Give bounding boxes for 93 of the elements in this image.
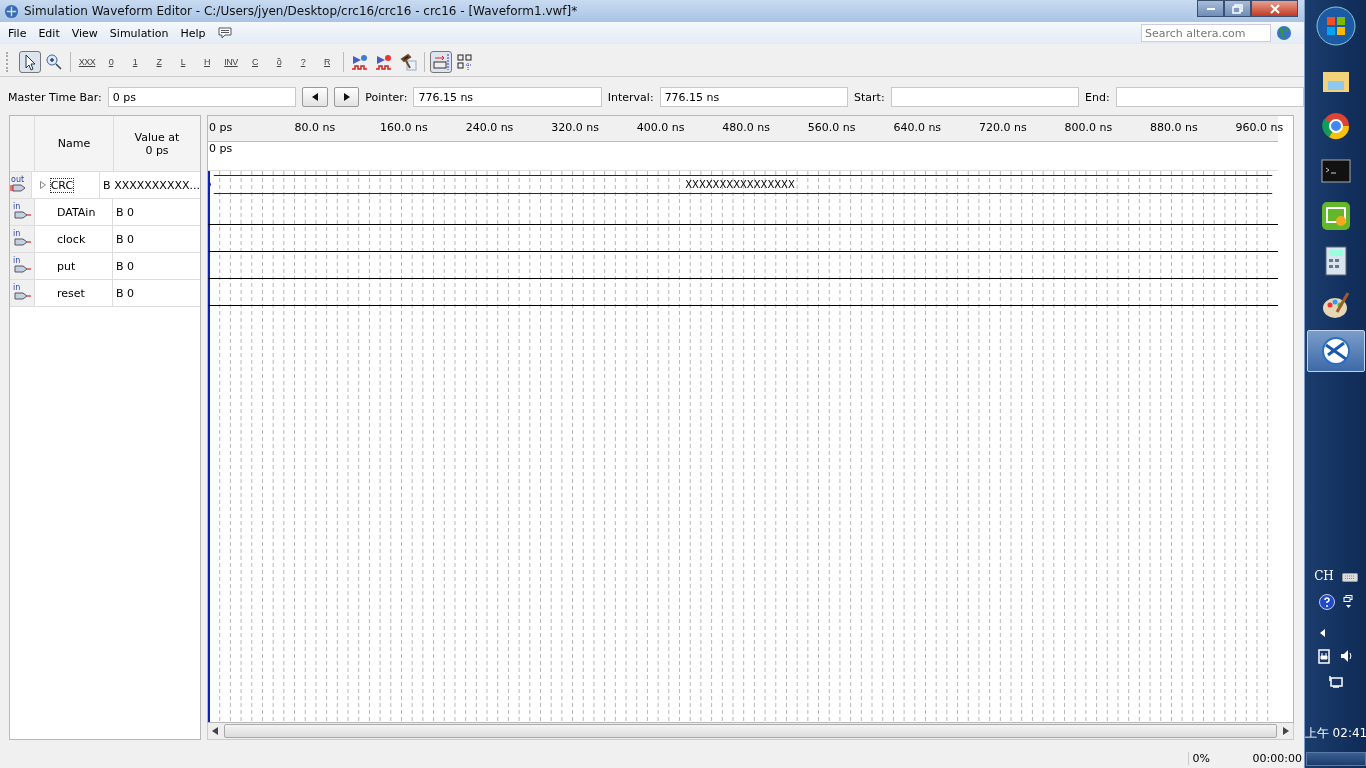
bus-value: XXXXXXXXXXXXXXXX — [685, 179, 795, 190]
menu-item[interactable]: Simulation — [103, 26, 175, 40]
time-tick-label: 240.0 ns — [465, 121, 514, 134]
time-tick-label: 320.0 ns — [551, 121, 599, 134]
waveform-tool-button[interactable]: Z — [148, 51, 170, 73]
signal-value: B 0 — [116, 259, 135, 273]
end-field[interactable] — [1115, 87, 1304, 107]
column-header[interactable]: Name — [35, 116, 114, 171]
signal-value: B 0 — [116, 232, 135, 246]
hammer-icon — [399, 53, 417, 71]
scroll-right-icon[interactable] — [1283, 727, 1289, 735]
pointer-tool-button[interactable] — [19, 51, 41, 73]
search-field[interactable]: Search altera.com — [1141, 24, 1271, 42]
speaker-icon[interactable] — [1340, 649, 1354, 663]
time-tick-label: 640.0 ns — [893, 121, 942, 134]
field-label: Pointer: — [365, 90, 408, 104]
signal-value: B 0 — [116, 205, 135, 219]
time-tick-label: 0 ps — [209, 121, 233, 134]
chip-tool-icon[interactable] — [1307, 330, 1365, 372]
progress-percent: 0% — [1187, 751, 1253, 765]
signal-name[interactable]: put — [57, 259, 76, 273]
speech-bubble-icon[interactable] — [217, 27, 232, 39]
right-triangle-icon — [343, 93, 350, 101]
previous-transition-button[interactable] — [302, 87, 328, 107]
restore-button[interactable] — [1224, 0, 1251, 17]
time-tick-label: 160.0 ns — [380, 121, 428, 134]
signal-name[interactable]: reset — [57, 286, 85, 300]
waveform-tool-button[interactable]: ? — [292, 51, 314, 73]
time-tick-label: 880.0 ns — [1150, 121, 1198, 134]
waveform-tool-button[interactable]: INV — [220, 51, 242, 73]
field-label: Interval: — [607, 90, 654, 104]
minimize-button[interactable] — [1197, 0, 1224, 17]
waveform-tool-button[interactable]: XXX — [76, 51, 98, 73]
field-label: Master Time Bar: — [8, 90, 102, 104]
menu-item[interactable]: View — [65, 26, 104, 40]
app-icon — [4, 3, 19, 19]
clock[interactable]: 上午 02:41 — [1304, 725, 1366, 742]
waveform-tool-button[interactable]: 0 — [100, 51, 122, 73]
next-transition-button[interactable] — [333, 87, 360, 107]
start-button[interactable] — [1316, 6, 1356, 46]
time-tick-label: 80.0 ns — [294, 121, 336, 134]
globe-icon[interactable] — [1276, 25, 1292, 41]
field-label: Start: — [854, 90, 885, 104]
waveform-tool-button[interactable]: H — [196, 51, 218, 73]
window-title: Simulation Waveform Editor - C:/Users/jyen/Desktop/crc16/crc16 - crc16 - [Waveform1.vwf]* — [24, 4, 579, 18]
restore-icon — [1231, 3, 1244, 14]
scroll-left-icon[interactable] — [212, 727, 218, 735]
horizontal-scrollbar[interactable] — [207, 723, 1294, 740]
time-tick-label: 480.0 ns — [722, 121, 770, 134]
signal-name[interactable]: DATAin — [57, 205, 96, 219]
interval-field[interactable]: 776.15 ns — [659, 87, 848, 107]
show-desktop-button[interactable] — [1306, 752, 1366, 766]
network-icon[interactable] — [1328, 675, 1344, 689]
time-tick-label: 400.0 ns — [636, 121, 685, 134]
left-triangle-icon — [311, 93, 318, 101]
close-icon — [1268, 3, 1281, 14]
menu-item[interactable]: Help — [174, 26, 212, 40]
signal-value: B XXXXXXXXXX... — [103, 178, 200, 192]
help-icon[interactable] — [1319, 594, 1335, 610]
snap-grid-icon — [432, 53, 450, 71]
language-indicator[interactable]: CH — [1314, 569, 1334, 583]
menu-item[interactable]: File — [2, 26, 33, 40]
waveform-tool-button[interactable]: L — [172, 51, 194, 73]
zoom-icon — [45, 53, 63, 71]
show-hidden-icons-arrow-icon[interactable] — [1319, 629, 1325, 637]
signal-name[interactable]: clock — [57, 232, 86, 246]
keyboard-icon[interactable] — [1341, 570, 1358, 582]
pointer-field[interactable]: 776.15 ns — [413, 87, 602, 107]
grid-squares-icon — [456, 53, 474, 71]
master-time-field[interactable]: 0 ps — [107, 87, 297, 107]
signal-value: B 0 — [116, 286, 135, 300]
waveform-play-icon — [351, 53, 369, 71]
time-tick-label: 720.0 ns — [978, 121, 1027, 134]
menu-item[interactable]: Edit — [32, 26, 66, 40]
start-field[interactable] — [890, 87, 1079, 107]
waveform-clock-icon — [375, 53, 393, 71]
field-label: End: — [1085, 90, 1110, 104]
time-bar-label: 0 ps — [209, 142, 233, 155]
expand-arrow-icon[interactable] — [39, 181, 46, 189]
restore-bar-icon[interactable] — [1343, 595, 1353, 609]
minimize-icon — [1206, 7, 1215, 10]
column-header[interactable]: Value at 0 ps — [114, 116, 200, 171]
time-tick-label: 560.0 ns — [807, 121, 856, 134]
waveform-tool-button[interactable]: 1 — [124, 51, 146, 73]
snap-button[interactable] — [430, 51, 452, 73]
waveform-tool-button[interactable]: C — [244, 51, 266, 73]
time-tick-label: 960.0 ns — [1235, 121, 1284, 134]
waveform-tool-button[interactable]: R — [316, 51, 338, 73]
time-tick-label: 800.0 ns — [1064, 121, 1113, 134]
elapsed-time: 00:00:00 — [1252, 751, 1303, 765]
waveform-tool-button[interactable]: ȍ — [268, 51, 290, 73]
signal-name[interactable]: CRC — [50, 178, 74, 192]
close-button[interactable] — [1251, 0, 1298, 17]
